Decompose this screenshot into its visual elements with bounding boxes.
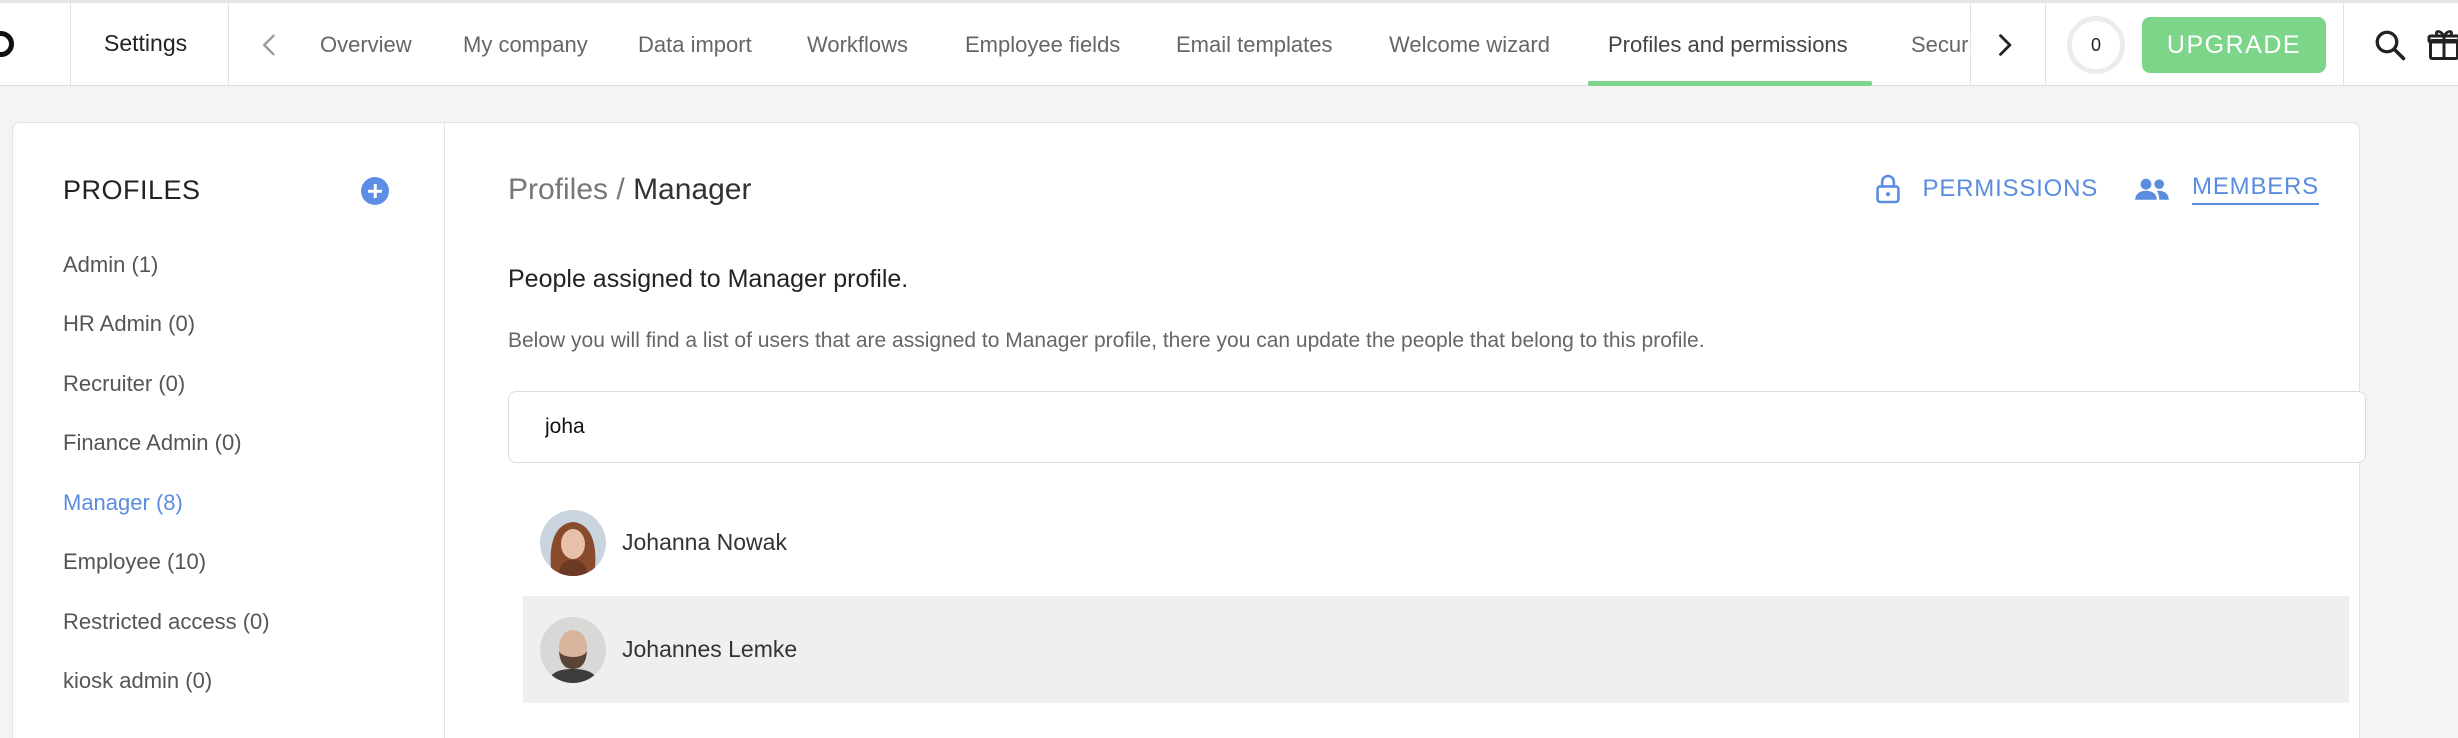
sidebar-item-admin[interactable]: Admin (1)	[63, 235, 270, 295]
search-results: Johanna Nowak Johannes Lemke	[523, 489, 2349, 703]
profile-list: Admin (1) HR Admin (0) Recruiter (0) Fin…	[63, 235, 270, 711]
sidebar-item-restricted-access[interactable]: Restricted access (0)	[63, 592, 270, 652]
gift-icon[interactable]	[2426, 27, 2458, 63]
tab-my-company[interactable]: My company	[463, 3, 588, 86]
divider	[2343, 3, 2344, 86]
search-icon[interactable]	[2372, 27, 2408, 63]
sidebar-item-finance-admin[interactable]: Finance Admin (0)	[63, 414, 270, 474]
search-result-item[interactable]: Johanna Nowak	[523, 489, 2349, 596]
member-search-input[interactable]	[508, 391, 2366, 463]
result-name: Johannes Lemke	[622, 636, 798, 662]
breadcrumb-current: Manager	[633, 173, 752, 206]
upgrade-button[interactable]: UPGRADE	[2142, 17, 2326, 73]
top-bar: Settings Overview My company Data import…	[0, 0, 2458, 86]
lock-icon	[1875, 174, 1900, 204]
breadcrumb-separator: /	[608, 173, 634, 206]
search-result-item[interactable]: Johannes Lemke	[523, 596, 2349, 703]
profiles-card: PROFILES Admin (1) HR Admin (0) Recruite…	[12, 122, 2366, 738]
chevron-right-icon	[1999, 34, 2012, 56]
notification-counter[interactable]: 0	[2067, 16, 2125, 74]
tabs-scroll-left-button[interactable]	[246, 21, 294, 69]
members-link[interactable]: MEMBERS	[2134, 173, 2319, 205]
sidebar-item-manager[interactable]: Manager (8)	[63, 473, 270, 533]
plus-circle-icon[interactable]	[361, 177, 389, 205]
section-description: Below you will find a list of users that…	[508, 329, 1705, 352]
avatar	[540, 509, 606, 576]
settings-tabs: Overview My company Data import Workflow…	[298, 3, 1970, 86]
divider	[70, 3, 71, 86]
breadcrumb: Profiles / Manager	[508, 173, 751, 207]
sidebar-item-employee[interactable]: Employee (10)	[63, 533, 270, 593]
avatar-johannes-image	[540, 616, 606, 683]
people-icon	[2135, 178, 2169, 200]
divider	[228, 3, 229, 86]
chevron-left-icon	[263, 34, 275, 56]
tab-email-templates[interactable]: Email templates	[1176, 3, 1333, 86]
profile-members-panel: Profiles / Manager PERMISSIONS MEMBERS P…	[496, 123, 2366, 738]
tab-security[interactable]: Security	[1911, 3, 1970, 86]
sidebar-item-kiosk-admin[interactable]: kiosk admin (0)	[63, 652, 270, 712]
profiles-sidebar: PROFILES Admin (1) HR Admin (0) Recruite…	[13, 123, 445, 738]
tab-data-import[interactable]: Data import	[638, 3, 752, 86]
permissions-link[interactable]: PERMISSIONS	[1875, 173, 2099, 205]
profiles-heading: PROFILES	[63, 175, 201, 205]
sidebar-item-hr-admin[interactable]: HR Admin (0)	[63, 295, 270, 355]
tabs-scroll-right-button[interactable]	[1980, 21, 2028, 69]
tab-profiles-and-permissions[interactable]: Profiles and permissions	[1588, 3, 1872, 86]
permissions-label: PERMISSIONS	[1922, 175, 2099, 202]
tab-overview[interactable]: Overview	[320, 3, 412, 86]
tab-workflows[interactable]: Workflows	[807, 3, 908, 86]
sidebar-item-recruiter[interactable]: Recruiter (0)	[63, 354, 270, 414]
divider	[1970, 3, 1971, 86]
section-title: People assigned to Manager profile.	[508, 265, 909, 293]
result-name: Johanna Nowak	[622, 529, 787, 555]
profile-actions: PERMISSIONS MEMBERS	[1875, 173, 2319, 205]
avatar	[540, 616, 606, 683]
tab-employee-fields[interactable]: Employee fields	[965, 3, 1120, 86]
members-label: MEMBERS	[2192, 173, 2319, 205]
tab-welcome-wizard[interactable]: Welcome wizard	[1389, 3, 1550, 86]
divider	[2045, 3, 2046, 86]
avatar-johanna-image	[540, 509, 606, 576]
breadcrumb-root[interactable]: Profiles	[508, 173, 608, 206]
app-logo-icon[interactable]	[0, 31, 14, 57]
settings-title: Settings	[104, 30, 188, 56]
